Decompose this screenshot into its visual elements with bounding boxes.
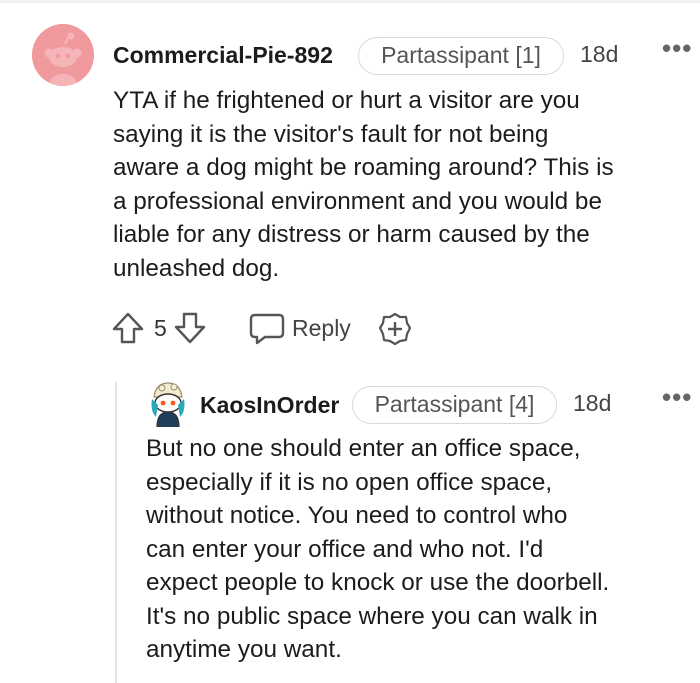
reply-icon[interactable] — [249, 311, 285, 345]
comment-username[interactable]: KaosInOrder — [200, 392, 339, 419]
comment-body: YTA if he frightened or hurt a visitor a… — [113, 87, 614, 282]
snoo-avatar-icon — [151, 382, 185, 428]
user-avatar[interactable] — [32, 24, 94, 86]
thread-line[interactable] — [115, 382, 117, 683]
vote-count: 5 — [154, 315, 167, 341]
award-icon[interactable] — [377, 311, 413, 347]
downvote-icon[interactable] — [173, 311, 207, 345]
upvote-icon[interactable] — [111, 311, 145, 345]
comment-timestamp: 18d — [573, 390, 612, 416]
snoo-avatar-icon — [32, 24, 94, 86]
reply-button[interactable]: Reply — [292, 315, 351, 342]
comment-timestamp: 18d — [580, 41, 619, 67]
comment-body: But no one should enter an office space,… — [146, 435, 610, 663]
user-avatar[interactable] — [148, 381, 188, 428]
user-flair: Partassipant [4] — [352, 386, 557, 424]
comment-actions: 5 Reply — [111, 311, 431, 347]
top-divider — [0, 0, 700, 3]
comment-username[interactable]: Commercial-Pie-892 — [113, 42, 333, 69]
more-options-icon[interactable]: ••• — [662, 35, 692, 61]
user-flair: Partassipant [1] — [358, 37, 564, 75]
more-options-icon[interactable]: ••• — [662, 384, 692, 410]
